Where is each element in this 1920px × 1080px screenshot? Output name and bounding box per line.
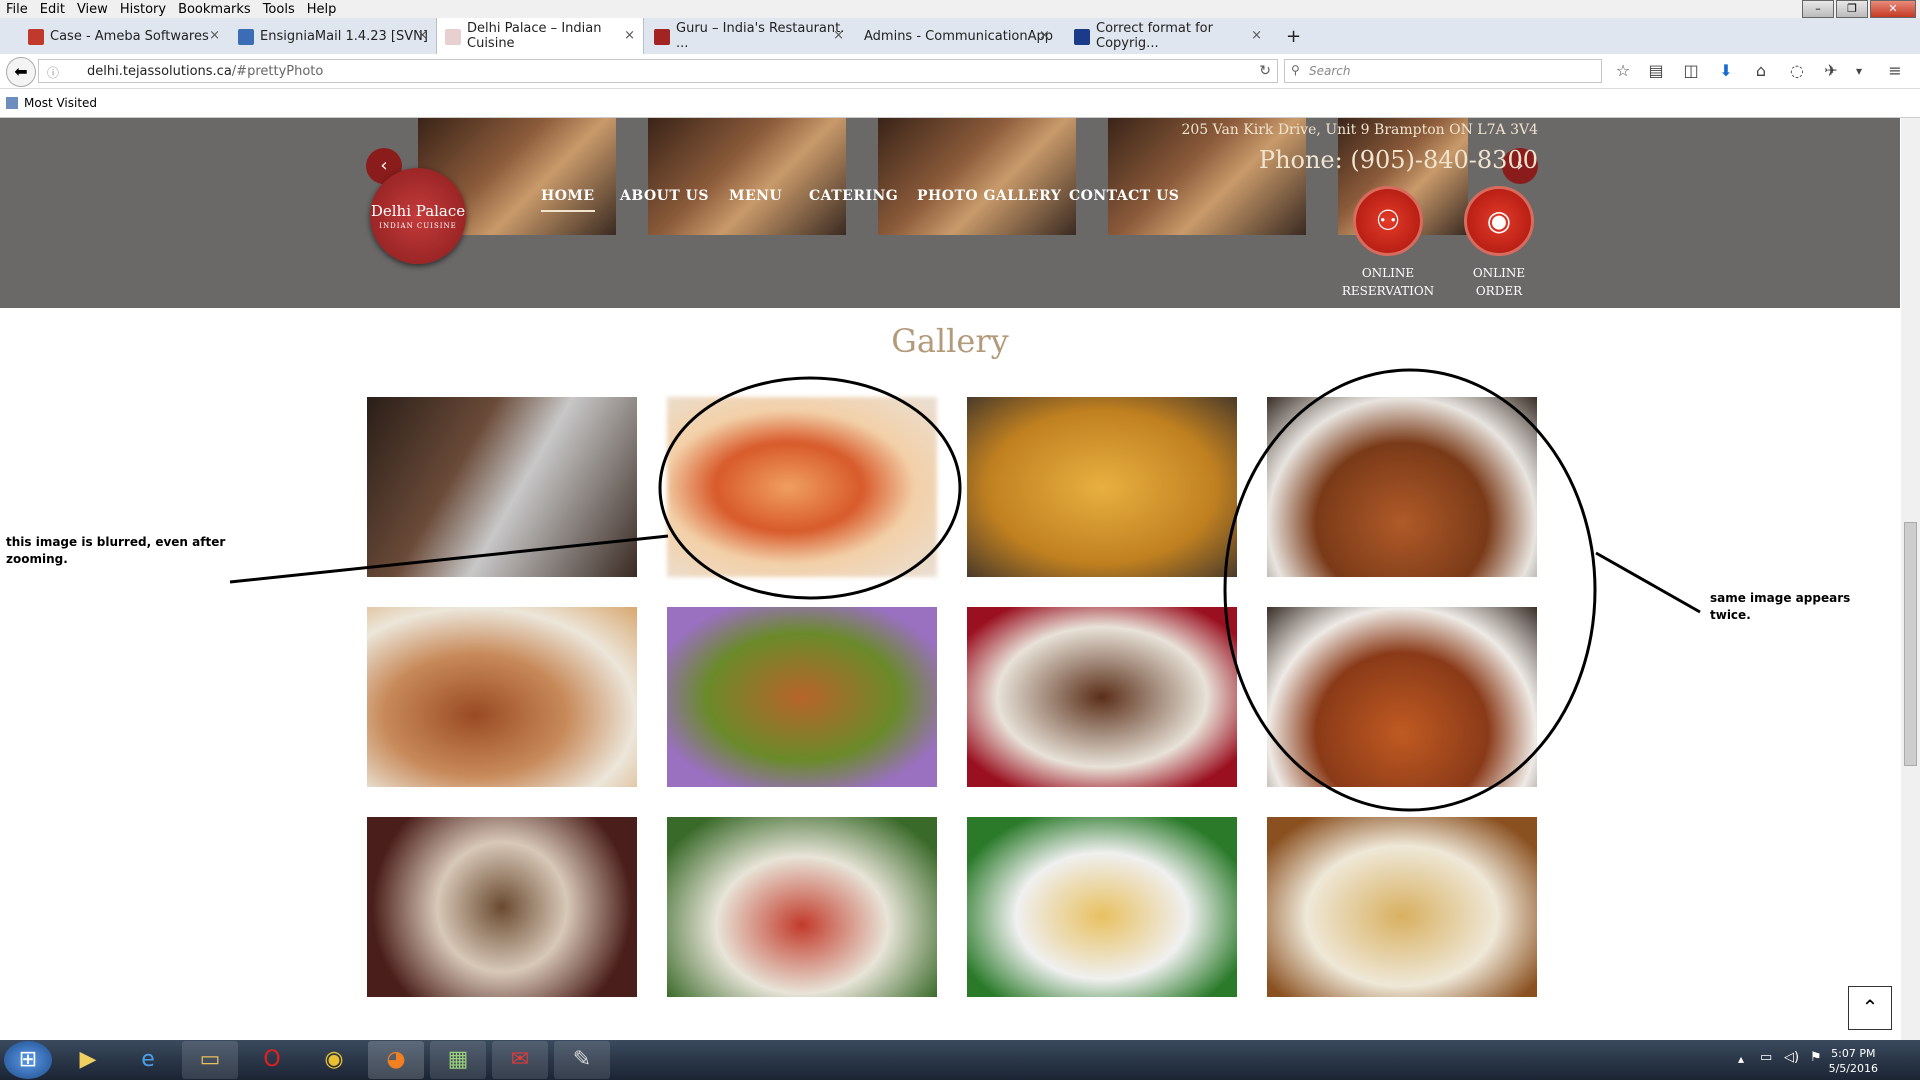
clock-time: 5:07 PM <box>1831 1047 1876 1060</box>
scrollbar-thumb[interactable] <box>1904 522 1917 766</box>
annotation-blurred-note: this image is blurred, even after zoomin… <box>6 535 226 566</box>
tray-expand-icon[interactable]: ▴ <box>1738 1052 1744 1066</box>
chat-app-icon[interactable]: ✉ <box>492 1041 548 1079</box>
media-player-icon[interactable]: ▶ <box>60 1041 116 1079</box>
duplicate-image-circle <box>1223 368 1597 812</box>
blurred-image-circle <box>658 376 962 600</box>
annotation-overlay <box>229 368 1701 812</box>
scroll-to-top-button[interactable]: ⌃ <box>1848 986 1892 1030</box>
opera-icon[interactable]: O <box>244 1041 300 1079</box>
firefox-icon[interactable]: ◕ <box>368 1041 424 1079</box>
network-icon[interactable]: ▭ <box>1760 1050 1772 1065</box>
annotation-duplicate-note: same image appears twice. <box>1710 591 1851 622</box>
calculator-icon[interactable]: ▦ <box>430 1041 486 1079</box>
clock-date: 5/5/2016 <box>1828 1062 1878 1075</box>
file-explorer-icon[interactable]: ▭ <box>182 1041 238 1079</box>
paint-icon[interactable]: ✎ <box>554 1041 610 1079</box>
chrome-icon[interactable]: ◉ <box>306 1041 362 1079</box>
internet-explorer-icon[interactable]: e <box>120 1041 176 1079</box>
annotation-arrow-left <box>229 534 669 584</box>
action-center-flag-icon[interactable]: ⚑ <box>1810 1050 1822 1065</box>
start-button[interactable]: ⊞ <box>4 1041 52 1079</box>
system-clock[interactable]: 5:07 PM 5/5/2016 <box>1829 1046 1878 1076</box>
annotation-arrow-right <box>1595 551 1701 614</box>
volume-icon[interactable]: ◁) <box>1784 1050 1799 1065</box>
